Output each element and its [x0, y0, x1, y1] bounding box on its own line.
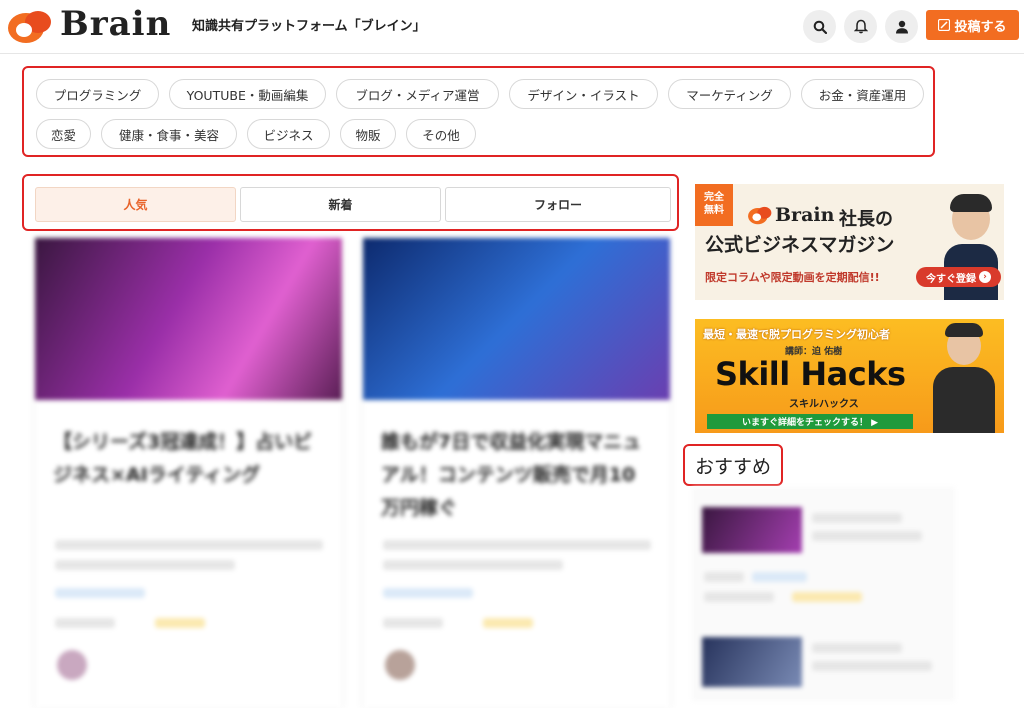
brain-magazine-banner[interactable]: 完全無料 Brain 社長の 公式ビジネスマガジン 限定コラムや限定動画を定期配…: [695, 184, 1004, 300]
header: Brain 知識共有プラットフォーム「ブレイン」 投稿する: [0, 0, 1024, 54]
banner-heading-line2: 公式ビジネスマガジン: [705, 234, 895, 256]
article-card[interactable]: 【シリーズ3冠達成！】占いビジネス×AIライティング: [35, 238, 342, 708]
tab-follow[interactable]: フォロー: [445, 187, 671, 222]
banner-brand: Brain: [775, 204, 835, 226]
user-icon: [895, 20, 908, 33]
category-chip[interactable]: マーケティング: [668, 79, 791, 109]
article-thumbnail: [363, 238, 670, 400]
portrait-illustration: [929, 323, 999, 433]
search-icon: [813, 20, 827, 34]
category-chip[interactable]: デザイン・イラスト: [509, 79, 658, 109]
tab-new[interactable]: 新着: [240, 187, 441, 222]
recommend-heading: おすすめ: [683, 444, 783, 486]
category-chip[interactable]: ビジネス: [247, 119, 330, 149]
category-chip[interactable]: お金・資産運用: [801, 79, 924, 109]
free-badge: 完全無料: [695, 184, 733, 226]
category-chip[interactable]: 物販: [340, 119, 396, 149]
banner-subtitle: スキルハックス: [789, 399, 859, 410]
notification-button[interactable]: [844, 10, 877, 43]
banner-heading-line1: 社長の: [839, 209, 893, 230]
category-chip[interactable]: 健康・食事・美容: [101, 119, 237, 149]
category-chip[interactable]: YOUTUBE・動画編集: [169, 79, 326, 109]
site-tagline: 知識共有プラットフォーム「ブレイン」: [192, 19, 426, 34]
check-details-button[interactable]: いますぐ詳細をチェックする！ ▶: [707, 414, 913, 429]
list-item[interactable]: [702, 637, 947, 697]
logo-text[interactable]: Brain: [60, 4, 171, 44]
category-chip[interactable]: 恋愛: [36, 119, 91, 149]
recommend-list: [692, 487, 955, 701]
article-card[interactable]: 誰もが7日で収益化実現マニュアル！コンテンツ販売で月10万円稼ぐ: [363, 238, 670, 708]
category-chip[interactable]: プログラミング: [36, 79, 159, 109]
article-title: 【シリーズ3冠達成！】占いビジネス×AIライティング: [53, 431, 313, 486]
banner-top-line: 最短・最速で脱プログラミング初心者: [703, 328, 890, 341]
author-avatar: [57, 650, 87, 680]
account-button[interactable]: [885, 10, 918, 43]
search-button[interactable]: [803, 10, 836, 43]
banner-tagline: 限定コラムや限定動画を定期配信!!: [705, 271, 880, 284]
brain-logo-icon[interactable]: [6, 8, 54, 44]
category-chip[interactable]: その他: [406, 119, 476, 149]
article-thumbnail: [35, 238, 342, 400]
bell-icon: [853, 19, 868, 34]
list-item[interactable]: [702, 507, 947, 567]
register-now-button[interactable]: 今すぐ登録 ›: [916, 267, 1001, 287]
banner-title: Skill Hacks: [715, 355, 906, 393]
skill-hacks-banner[interactable]: 最短・最速で脱プログラミング初心者 講師：迫 佑樹 Skill Hacks スキ…: [695, 319, 1004, 433]
arrow-right-icon: ›: [979, 271, 991, 283]
pencil-icon: [938, 19, 951, 31]
post-button-label: 投稿する: [954, 19, 1007, 35]
author-avatar: [385, 650, 415, 680]
brain-logo-icon: [748, 206, 772, 225]
post-button[interactable]: 投稿する: [926, 10, 1019, 40]
article-title: 誰もが7日で収益化実現マニュアル！コンテンツ販売で月10万円稼ぐ: [381, 431, 642, 519]
sort-tabs: 人気 新着 フォロー: [22, 174, 679, 231]
category-filter-group: プログラミング YOUTUBE・動画編集 ブログ・メディア運営 デザイン・イラス…: [22, 66, 935, 157]
category-chip[interactable]: ブログ・メディア運営: [336, 79, 499, 109]
tab-popular[interactable]: 人気: [35, 187, 236, 222]
